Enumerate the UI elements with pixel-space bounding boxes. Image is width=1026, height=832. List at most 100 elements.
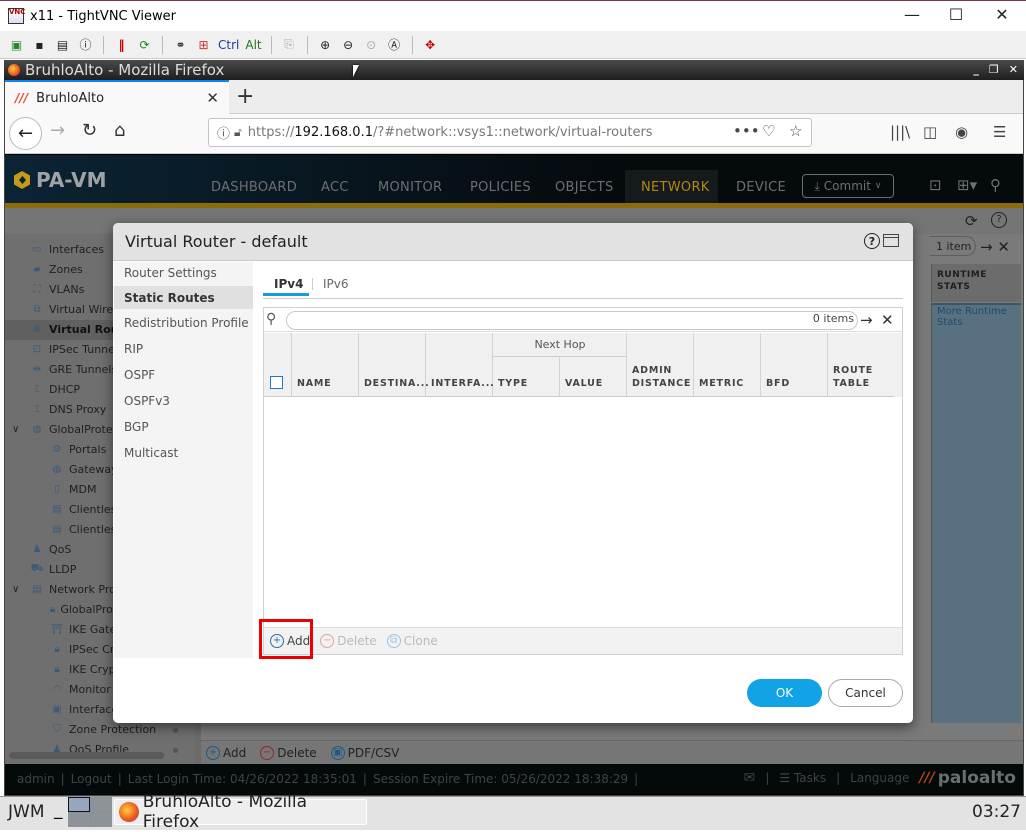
col-bfd[interactable]: BFD	[766, 377, 790, 390]
tab-ipv4[interactable]: IPv4	[274, 277, 303, 291]
workspace-pager[interactable]	[68, 797, 112, 827]
dialog-nav-ospf[interactable]: OSPF	[124, 368, 155, 382]
workspace-3[interactable]	[68, 812, 90, 827]
col-metric[interactable]: METRIC	[699, 377, 744, 390]
transfer-icon[interactable]: ⚭	[172, 36, 189, 53]
sidebar-toggle-icon[interactable]: ◫	[923, 123, 937, 141]
dialog-nav-bgp[interactable]: BGP	[124, 420, 149, 434]
refresh-icon[interactable]: ⟳	[136, 36, 153, 53]
page-actions-icon[interactable]: •••	[733, 122, 760, 140]
commit-button[interactable]: ⤓ Commit ∨	[802, 174, 894, 198]
nav-acc[interactable]: ACC	[321, 180, 349, 195]
search-icon[interactable]: ⚲	[990, 176, 1001, 194]
tasks-button[interactable]: ☰ Tasks	[779, 771, 826, 785]
ff-close-icon[interactable]: ✕	[1009, 63, 1018, 76]
dialog-header[interactable]: Virtual Router - default	[113, 223, 913, 261]
table-row[interactable]	[931, 303, 1021, 723]
save-config-icon[interactable]: ⊞▾	[957, 176, 977, 194]
dialog-nav-static-routes[interactable]: Static Routes	[124, 291, 215, 305]
config-lock-icon[interactable]: ⊡	[929, 176, 942, 194]
zoom-auto-icon[interactable]: Ⓐ	[386, 36, 403, 53]
dialog-nav-rip[interactable]: RIP	[124, 342, 143, 356]
ff-restore-icon[interactable]: ❐	[989, 63, 999, 76]
help-icon[interactable]: ?	[991, 212, 1007, 228]
select-all-checkbox[interactable]	[270, 376, 283, 389]
expand-caret-icon[interactable]: ∨	[12, 584, 19, 595]
jwm-menu[interactable]: JWM	[8, 802, 45, 822]
library-icon[interactable]: |||\	[890, 123, 910, 141]
info-icon[interactable]: ⓘ	[77, 36, 94, 53]
reload-button[interactable]: ↻	[82, 120, 97, 141]
close-button[interactable]: ✕	[987, 5, 1017, 24]
ctrl-key-button[interactable]: Ctrl	[218, 36, 239, 53]
clear-filter-icon[interactable]: ✕	[881, 311, 894, 329]
show-desktop[interactable]: _	[54, 800, 63, 820]
menu-icon[interactable]: ☰	[993, 123, 1006, 141]
language-button[interactable]: Language	[850, 771, 909, 785]
refresh-icon[interactable]: ⟳	[965, 212, 978, 230]
dialog-nav-router-settings[interactable]: Router Settings	[124, 266, 217, 280]
copy-icon[interactable]: ⎘	[281, 36, 298, 53]
windows-key-icon[interactable]: ⊞	[195, 36, 212, 53]
list-delete-button[interactable]: − Delete	[260, 745, 317, 760]
close-tab-icon[interactable]: ✕	[206, 89, 219, 107]
nav-policies[interactable]: POLICIES	[470, 180, 531, 195]
browser-tab[interactable]: /// BruhloAlto ✕	[5, 80, 229, 114]
nav-objects[interactable]: OBJECTS	[555, 180, 614, 195]
maximize-dialog-icon[interactable]	[883, 234, 899, 247]
new-tab-button[interactable]: +	[236, 84, 254, 109]
back-button[interactable]: ←	[9, 117, 42, 150]
options-icon[interactable]: ▤	[54, 36, 71, 53]
fullscreen-icon[interactable]: ✥	[422, 36, 439, 53]
pause-icon[interactable]: ‖	[113, 36, 130, 53]
pocket-icon[interactable]: ♡	[762, 122, 775, 140]
dialog-nav-ospfv3[interactable]: OSPFv3	[124, 394, 170, 408]
col-value[interactable]: VALUE	[565, 377, 603, 390]
col-type[interactable]: TYPE	[498, 377, 528, 390]
col-route-table[interactable]: ROUTE TABLE	[833, 364, 883, 390]
minimize-button[interactable]: —	[897, 5, 927, 24]
workspace-4[interactable]	[90, 812, 112, 827]
zoom-out-icon[interactable]: ⊖	[340, 36, 357, 53]
apply-filter-icon[interactable]: →	[860, 311, 873, 329]
ff-minimize-icon[interactable]: _	[973, 63, 979, 76]
delete-route-button[interactable]: − Delete	[320, 634, 377, 648]
more-runtime-stats-link[interactable]: More Runtime Stats	[937, 306, 1017, 328]
list-search-actions[interactable]: → ✕	[980, 238, 1010, 256]
maximize-button[interactable]: ☐	[941, 5, 971, 24]
pdf-csv-button[interactable]: ▣ PDF/CSV	[330, 745, 399, 760]
nav-network[interactable]: NETWORK	[641, 180, 710, 195]
tab-ipv6[interactable]: IPv6	[323, 277, 349, 291]
workspace-1[interactable]	[68, 797, 90, 812]
clone-route-button[interactable]: ⧉ Clone	[386, 634, 438, 648]
list-add-button[interactable]: + Add	[206, 745, 246, 760]
site-info-icon[interactable]: ⓘ	[217, 123, 230, 142]
url-bar[interactable]: ⓘ 🔓︎ https://192.168.0.1/?#network::vsys…	[208, 118, 812, 147]
home-button[interactable]: ⌂	[114, 120, 125, 141]
col-destination[interactable]: DESTINA...	[364, 377, 430, 390]
logout-link[interactable]: Logout	[71, 772, 112, 786]
col-admin-distance[interactable]: ADMIN DISTANCE	[632, 364, 692, 390]
ok-button[interactable]: OK	[747, 679, 822, 707]
col-interface[interactable]: INTERFA...	[431, 377, 495, 390]
help-icon[interactable]: ?	[864, 233, 880, 249]
zoom-in-icon[interactable]: ⊕	[317, 36, 334, 53]
expand-caret-icon[interactable]: ∨	[12, 424, 19, 435]
col-name[interactable]: NAME	[297, 377, 331, 390]
sidebar-scrollbar[interactable]	[9, 752, 164, 759]
workspace-2[interactable]	[90, 797, 112, 812]
alt-key-button[interactable]: Alt	[245, 36, 261, 53]
forward-button[interactable]: →	[50, 120, 65, 141]
save-icon[interactable]: ▪	[31, 36, 48, 53]
cancel-button[interactable]: Cancel	[828, 679, 903, 707]
nav-monitor[interactable]: MONITOR	[378, 180, 442, 195]
nav-dashboard[interactable]: DASHBOARD	[211, 180, 297, 195]
account-icon[interactable]: ◉	[955, 123, 968, 141]
bookmark-star-icon[interactable]: ☆	[789, 122, 802, 140]
insecure-lock-icon[interactable]: 🔓︎	[234, 125, 242, 140]
mail-icon[interactable]: ✉	[744, 770, 756, 786]
dialog-nav-redistribution-profile[interactable]: Redistribution Profile	[124, 316, 249, 330]
taskbar-firefox[interactable]: BruhloAlto - Mozilla Firefox	[114, 792, 367, 832]
zoom-100-icon[interactable]: ⊙	[363, 36, 380, 53]
runtime-stats-header[interactable]: RUNTIME STATS	[931, 264, 1021, 302]
